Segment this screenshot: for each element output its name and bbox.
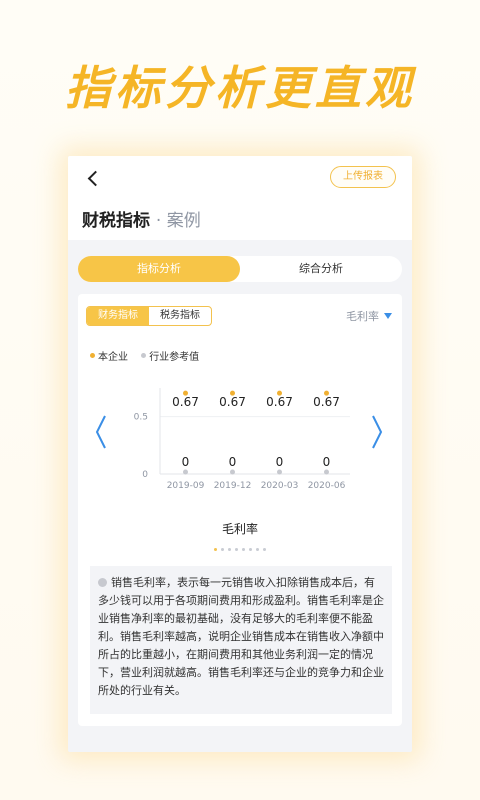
back-icon[interactable]: [84, 168, 106, 190]
chart-title: 毛利率: [221, 522, 258, 536]
prev-chevron-icon[interactable]: [94, 412, 108, 452]
y-tick-label: 0.5: [134, 413, 148, 423]
metric-dropdown[interactable]: 毛利率: [346, 308, 392, 324]
x-tick-label: 2020-06: [308, 481, 346, 491]
legend-dot-company: [90, 353, 95, 358]
page-title-main: 财税指标: [82, 211, 150, 231]
metric-description-text: 销售毛利率，表示每一元销售收入扣除销售成本后，有多少钱可以用于各项期间费用和形成…: [98, 576, 384, 697]
segment-tax[interactable]: 税务指标: [149, 307, 211, 325]
company-data-label: 0.67: [172, 395, 199, 409]
pager-dot[interactable]: [249, 548, 252, 551]
metric-dropdown-label: 毛利率: [346, 310, 379, 323]
x-tick-label: 2020-03: [261, 481, 299, 491]
app-screen: 上传报表 财税指标 · 案例 指标分析 综合分析 财务指标 税务指标 毛利率 本…: [68, 156, 412, 752]
legend-item-industry: 行业参考值: [141, 348, 199, 363]
pager-dot[interactable]: [263, 548, 266, 551]
industry-point: [183, 469, 188, 475]
next-chevron-icon[interactable]: [370, 412, 384, 452]
legend-label-company: 本企业: [98, 352, 128, 363]
pager-dot[interactable]: [214, 548, 217, 551]
indicator-type-switch: 财务指标 税务指标: [86, 306, 212, 326]
chart-pager: [78, 544, 402, 551]
company-data-label: 0.67: [266, 395, 293, 409]
industry-point: [324, 469, 329, 475]
y-tick-label: 0: [142, 470, 148, 480]
company-data-label: 0.67: [313, 395, 340, 409]
promo-headline: 指标分析更直观: [65, 61, 415, 115]
x-tick-label: 2019-12: [214, 481, 252, 491]
gross-margin-chart: 0.5 0 2019-09 2019-12 2020-03 2020-06 0.67 0.67…: [134, 388, 350, 491]
industry-point: [230, 469, 235, 475]
tab-comprehensive-analysis[interactable]: 综合分析: [240, 256, 402, 282]
chart-legend: 本企业 行业参考值: [90, 348, 209, 363]
company-data-label: 0.67: [219, 395, 246, 409]
pager-dot[interactable]: [235, 548, 238, 551]
x-tick-label: 2019-09: [167, 481, 205, 491]
indicator-card: 财务指标 税务指标 毛利率 本企业 行业参考值 0.5 0 2019-09 2019-…: [78, 294, 402, 726]
pager-dot[interactable]: [221, 548, 224, 551]
legend-item-company: 本企业: [90, 348, 128, 363]
page-title: 财税指标 · 案例: [82, 206, 201, 231]
pager-dot[interactable]: [242, 548, 245, 551]
metric-description: 销售毛利率，表示每一元销售收入扣除销售成本后，有多少钱可以用于各项期间费用和形成…: [90, 566, 392, 714]
page-title-sub: · 案例: [155, 211, 201, 231]
top-bar: 上传报表 财税指标 · 案例: [68, 156, 412, 240]
industry-data-label: 0: [323, 455, 331, 469]
pager-dot[interactable]: [228, 548, 231, 551]
legend-dot-industry: [141, 353, 147, 358]
industry-data-label: 0: [182, 455, 190, 469]
analysis-tabs: 指标分析 综合分析: [78, 256, 402, 282]
industry-data-label: 0: [229, 455, 237, 469]
upload-report-button[interactable]: 上传报表: [330, 166, 396, 188]
dropdown-triangle-icon: [384, 313, 392, 319]
lightbulb-icon: [98, 578, 107, 587]
segment-financial[interactable]: 财务指标: [87, 307, 149, 325]
tab-indicator-analysis[interactable]: 指标分析: [78, 256, 240, 282]
industry-data-label: 0: [276, 455, 284, 469]
legend-label-industry: 行业参考值: [149, 352, 200, 363]
industry-point: [277, 469, 282, 475]
pager-dot[interactable]: [256, 548, 259, 551]
